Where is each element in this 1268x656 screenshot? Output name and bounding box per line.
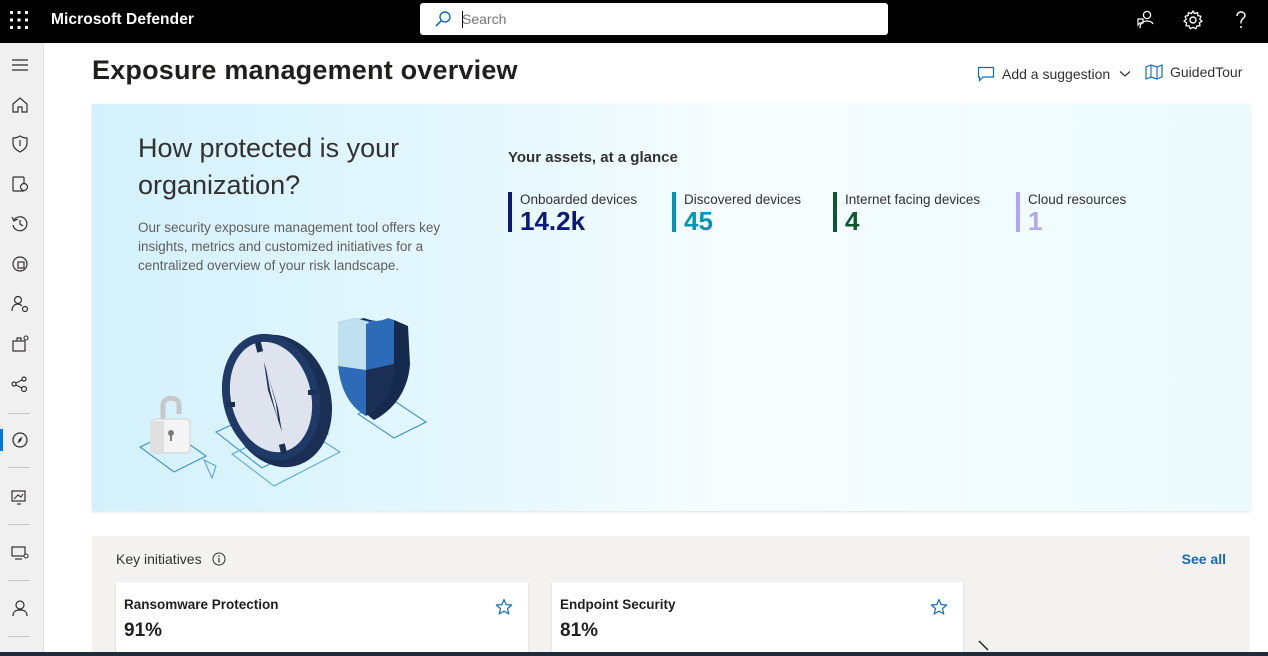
map-icon <box>1145 64 1163 80</box>
initiative-card[interactable]: Ransomware Protection 91% <box>116 582 528 656</box>
initiative-card[interactable]: Endpoint Security 81% <box>552 582 963 656</box>
metric-label: Onboarded devices <box>520 192 638 207</box>
identity-icon[interactable] <box>10 294 30 314</box>
chevron-down-icon <box>1119 71 1131 77</box>
metric-discovered-devices[interactable]: Discovered devices 45 <box>672 192 802 236</box>
community-icon[interactable] <box>1135 9 1157 31</box>
metric-value: 1 <box>1028 206 1043 236</box>
add-suggestion-button[interactable]: Add a suggestion <box>977 66 1131 82</box>
cloud-apps-icon[interactable] <box>10 254 30 274</box>
assets-glance-title: Your assets, at a glance <box>508 149 678 166</box>
hero-panel: How protected is your organization? Our … <box>92 104 1250 511</box>
guided-tour-label: GuidedTour <box>1170 64 1243 80</box>
hero-description: Our security exposure management tool of… <box>138 220 441 273</box>
exposure-icon[interactable] <box>10 430 30 450</box>
page-title: Exposure management overview <box>92 55 518 85</box>
comment-icon <box>977 66 995 82</box>
left-nav-rail <box>0 43 44 656</box>
metric-cloud-resources[interactable]: Cloud resources 1 <box>1016 192 1127 236</box>
search-input[interactable] <box>462 8 862 30</box>
active-indicator <box>0 429 3 451</box>
mouse-pointer-icon <box>978 640 989 651</box>
search-box[interactable] <box>420 3 888 35</box>
metric-label: Discovered devices <box>684 192 802 207</box>
graph-icon[interactable] <box>10 374 30 394</box>
info-icon[interactable] <box>212 552 226 566</box>
rail-separator <box>8 524 30 525</box>
home-icon[interactable] <box>10 95 30 115</box>
initiative-score: 91% <box>124 620 163 641</box>
taskbar-strip <box>0 652 1268 656</box>
menu-icon[interactable] <box>10 55 30 75</box>
user-icon[interactable] <box>10 598 30 618</box>
initiative-score: 81% <box>560 620 599 641</box>
settings-icon[interactable] <box>1182 9 1204 31</box>
metric-value: 4 <box>845 206 860 236</box>
compass-icon <box>221 333 332 468</box>
rail-separator <box>8 580 30 581</box>
shield-icon[interactable] <box>10 134 30 154</box>
hero-title: How protected is your organization? <box>138 133 400 200</box>
assets-icon[interactable] <box>10 174 30 194</box>
rail-separator <box>8 467 30 468</box>
padlock-icon <box>150 395 191 454</box>
star-icon[interactable] <box>930 598 948 616</box>
guided-tour-button[interactable]: GuidedTour <box>1145 64 1242 80</box>
security-illustration <box>138 318 428 487</box>
initiative-name: Endpoint Security <box>560 597 676 612</box>
metric-label: Cloud resources <box>1028 192 1127 207</box>
help-icon[interactable] <box>1230 9 1252 31</box>
hunting-icon[interactable] <box>10 334 30 354</box>
see-all-link[interactable]: See all <box>1182 551 1226 567</box>
initiative-name: Ransomware Protection <box>124 597 279 612</box>
text-cursor <box>462 11 463 28</box>
key-initiatives-title: Key initiatives <box>116 551 202 567</box>
metric-value: 14.2k <box>520 206 586 236</box>
metric-value: 45 <box>684 206 713 236</box>
key-initiatives-section: Key initiatives See all Ransomware Prote… <box>92 536 1250 656</box>
key-initiatives-header: Key initiatives <box>116 551 226 567</box>
metric-internet-facing-devices[interactable]: Internet facing devices 4 <box>833 192 981 236</box>
metric-label: Internet facing devices <box>845 192 981 207</box>
star-icon[interactable] <box>495 598 513 616</box>
history-icon[interactable] <box>10 214 30 234</box>
app-launcher-icon[interactable] <box>9 10 29 30</box>
rail-separator <box>8 413 30 414</box>
reports-icon[interactable] <box>10 487 30 507</box>
metric-onboarded-devices[interactable]: Onboarded devices 14.2k <box>508 192 638 236</box>
devices-icon[interactable] <box>10 543 30 563</box>
rail-separator <box>8 636 30 637</box>
search-icon <box>435 11 451 27</box>
add-suggestion-label: Add a suggestion <box>1002 66 1111 82</box>
app-title[interactable]: Microsoft Defender <box>51 11 194 29</box>
top-bar: Microsoft Defender <box>0 0 1268 43</box>
